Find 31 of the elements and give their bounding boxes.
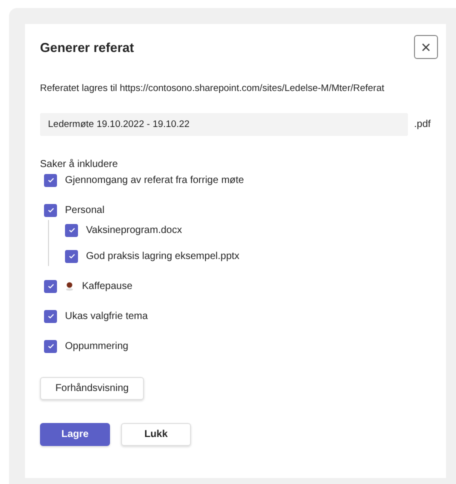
save-location-text: Referatet lagres til https://contosono.sharepoint.com/sites/Ledelse-M/Mter/Referat: [40, 83, 386, 94]
item-label: Kaffepause: [82, 280, 132, 292]
item-label: Gjennomgang av referat fra forrige møte: [65, 174, 244, 186]
checkbox[interactable]: [44, 340, 57, 352]
checkbox[interactable]: [44, 204, 57, 216]
file-extension: .pdf: [414, 119, 431, 130]
checkbox[interactable]: [65, 250, 78, 262]
close-button[interactable]: ×: [414, 35, 438, 59]
checkbox[interactable]: [65, 224, 78, 236]
checkmark-icon: [68, 226, 76, 234]
dialog-title: Generer referat: [40, 40, 134, 54]
checkmark-icon: [46, 312, 54, 320]
checkmark-icon: [46, 176, 54, 184]
item-label: Ukas valgfrie tema: [65, 310, 148, 322]
save-button[interactable]: Lagre: [40, 423, 110, 446]
preview-button[interactable]: Forhåndsvisning: [40, 377, 144, 400]
checkbox[interactable]: [44, 174, 57, 186]
item-label: God praksis lagring eksempel.pptx: [86, 250, 240, 262]
close-dialog-button[interactable]: Lukk: [121, 423, 191, 446]
checkbox[interactable]: [44, 310, 57, 322]
coffee-cup-icon: [65, 281, 74, 291]
item-label: Oppummering: [65, 340, 128, 352]
file-name-field[interactable]: Ledermøte 19.10.2022 - 19.10.22: [40, 113, 408, 136]
checkbox[interactable]: [44, 280, 57, 292]
checkmark-icon: [68, 252, 76, 260]
checkmark-icon: [46, 342, 54, 350]
item-label: Vaksineprogram.docx: [86, 224, 182, 236]
checkmark-icon: [46, 206, 54, 214]
checkmark-icon: [46, 282, 54, 290]
item-label: Personal: [65, 204, 104, 216]
section-label: Saker å inkludere: [40, 159, 119, 170]
